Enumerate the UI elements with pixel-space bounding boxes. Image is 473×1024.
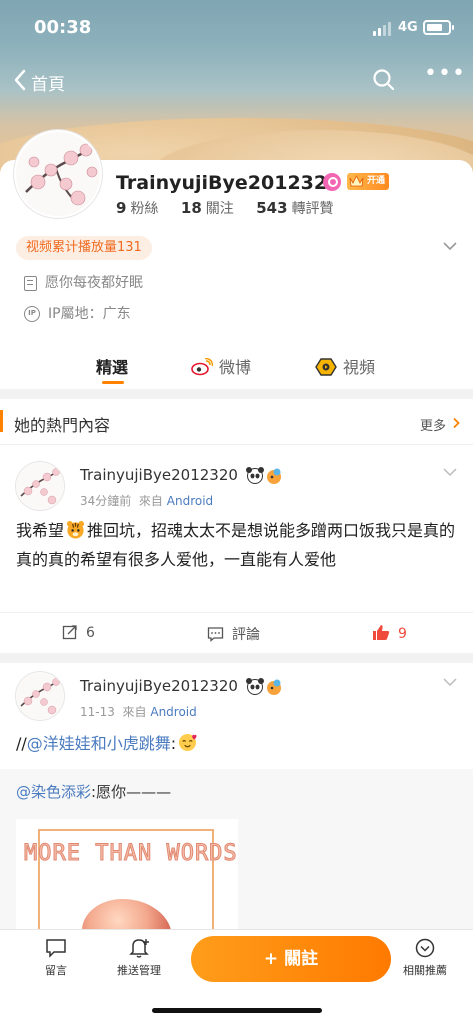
status-bar: 00:38 4G bbox=[0, 0, 473, 56]
profile-avatar[interactable] bbox=[14, 130, 102, 218]
hot-content-header: 她的熱門內容 更多 bbox=[0, 399, 473, 445]
weibo-icon bbox=[191, 358, 213, 376]
repost-text: @染色添彩:愿你——— bbox=[16, 783, 172, 801]
post-avatar[interactable] bbox=[15, 461, 65, 511]
post-action-bar: 6 評論 9 bbox=[0, 612, 473, 652]
post-meta: 11-13 來自 Android bbox=[80, 705, 197, 719]
chevron-circle-icon bbox=[415, 938, 435, 958]
message-button[interactable]: 留言 bbox=[38, 938, 74, 978]
tiger-emoji-icon bbox=[66, 520, 85, 539]
post-author[interactable]: TrainyujiBye2012320 bbox=[80, 466, 284, 485]
ip-row: IP IP屬地：广东 bbox=[24, 303, 131, 323]
chevron-down-icon[interactable] bbox=[442, 677, 458, 687]
tab-weibo[interactable]: 微博 bbox=[191, 354, 251, 378]
post-separator bbox=[0, 653, 473, 663]
comment-icon bbox=[207, 627, 224, 642]
ip-location-icon: IP bbox=[24, 306, 40, 322]
status-time: 00:38 bbox=[34, 17, 92, 38]
repost-image-text: MORE THAN WORDS bbox=[24, 841, 238, 867]
love-face-emoji-icon bbox=[179, 733, 197, 752]
document-icon bbox=[24, 275, 37, 291]
video-play-count-tag[interactable]: 视频累计播放量131 bbox=[16, 236, 152, 260]
post-author[interactable]: TrainyujiBye2012320 bbox=[80, 677, 284, 696]
search-icon[interactable] bbox=[372, 68, 396, 92]
post-avatar[interactable] bbox=[15, 671, 65, 721]
video-icon bbox=[315, 358, 337, 376]
member-badge-icon[interactable] bbox=[323, 173, 341, 191]
back-button[interactable]: 首頁 bbox=[31, 70, 65, 95]
comment-button[interactable]: 評論 bbox=[207, 624, 260, 644]
post-source[interactable]: Android bbox=[150, 705, 196, 719]
section-divider bbox=[0, 389, 473, 399]
top-nav: 首頁 ••• bbox=[0, 60, 473, 100]
message-icon bbox=[46, 939, 66, 958]
repost-box[interactable]: @染色添彩:愿你——— MORE THAN WORDS bbox=[0, 769, 473, 949]
chevron-down-icon[interactable] bbox=[442, 467, 458, 477]
chevron-down-icon[interactable] bbox=[442, 240, 458, 252]
battery-icon bbox=[423, 20, 454, 35]
tab-featured[interactable]: 精選 bbox=[96, 354, 128, 378]
vip-label: 开通 bbox=[367, 176, 386, 186]
tab-video[interactable]: 視頻 bbox=[315, 354, 375, 378]
home-indicator bbox=[152, 1008, 322, 1013]
profile-stats: 9 粉絲 18 關注 543 轉評贊 bbox=[116, 198, 352, 218]
post-text: //@洋娃娃和小虎跳舞: bbox=[16, 729, 456, 758]
back-chevron-icon[interactable] bbox=[12, 68, 28, 92]
thumbs-up-icon bbox=[373, 625, 390, 640]
profile-tabs: 精選 微博 視頻 bbox=[0, 342, 473, 388]
repost-icon bbox=[62, 625, 77, 640]
active-tab-indicator bbox=[102, 381, 124, 384]
more-options-icon[interactable]: ••• bbox=[424, 63, 465, 89]
post-source[interactable]: Android bbox=[167, 494, 213, 508]
network-label: 4G bbox=[398, 20, 418, 35]
push-settings-button[interactable]: 推送管理 bbox=[110, 938, 168, 978]
signal-icon bbox=[373, 22, 393, 36]
related-recommend-button[interactable]: 相關推薦 bbox=[398, 938, 452, 978]
post-meta: 34分鐘前 來自 Android bbox=[80, 494, 214, 508]
vip-badge[interactable]: 开通 bbox=[347, 173, 390, 190]
chevron-right-icon[interactable] bbox=[452, 417, 460, 429]
panda-emoji-icon bbox=[245, 466, 281, 484]
panda-emoji-icon bbox=[245, 677, 281, 695]
crown-icon bbox=[349, 175, 364, 187]
follow-button[interactable]: + 關註 bbox=[191, 936, 391, 982]
repost-button[interactable]: 6 bbox=[62, 624, 95, 641]
bio-text: 愿你每夜都好眠 bbox=[45, 275, 143, 291]
profile-username: TrainyujiBye2012320 bbox=[116, 172, 341, 194]
post-text: 我希望 推回坑，招魂太太不是想说能多蹭两口饭我只是真的真的真的希望有很多人爱他，一… bbox=[16, 520, 456, 569]
hot-content-title: 她的熱門內容 bbox=[14, 416, 111, 435]
more-link[interactable]: 更多 bbox=[420, 415, 446, 434]
bio-row: 愿你每夜都好眠 bbox=[24, 272, 143, 292]
bell-icon bbox=[129, 939, 149, 958]
like-button[interactable]: 9 bbox=[372, 624, 407, 642]
mention-link[interactable]: @洋娃娃和小虎跳舞 bbox=[27, 734, 171, 753]
stat-following[interactable]: 18 關注 bbox=[181, 199, 234, 217]
repost-mention-link[interactable]: @染色添彩 bbox=[16, 783, 91, 801]
stat-followers[interactable]: 9 粉絲 bbox=[116, 199, 158, 217]
section-accent-bar bbox=[0, 410, 3, 432]
bottom-action-bar: 留言 推送管理 + 關註 相關推薦 bbox=[0, 929, 473, 1024]
ip-location-text: IP屬地：广东 bbox=[48, 306, 131, 322]
stat-interactions[interactable]: 543 轉評贊 bbox=[256, 199, 333, 217]
